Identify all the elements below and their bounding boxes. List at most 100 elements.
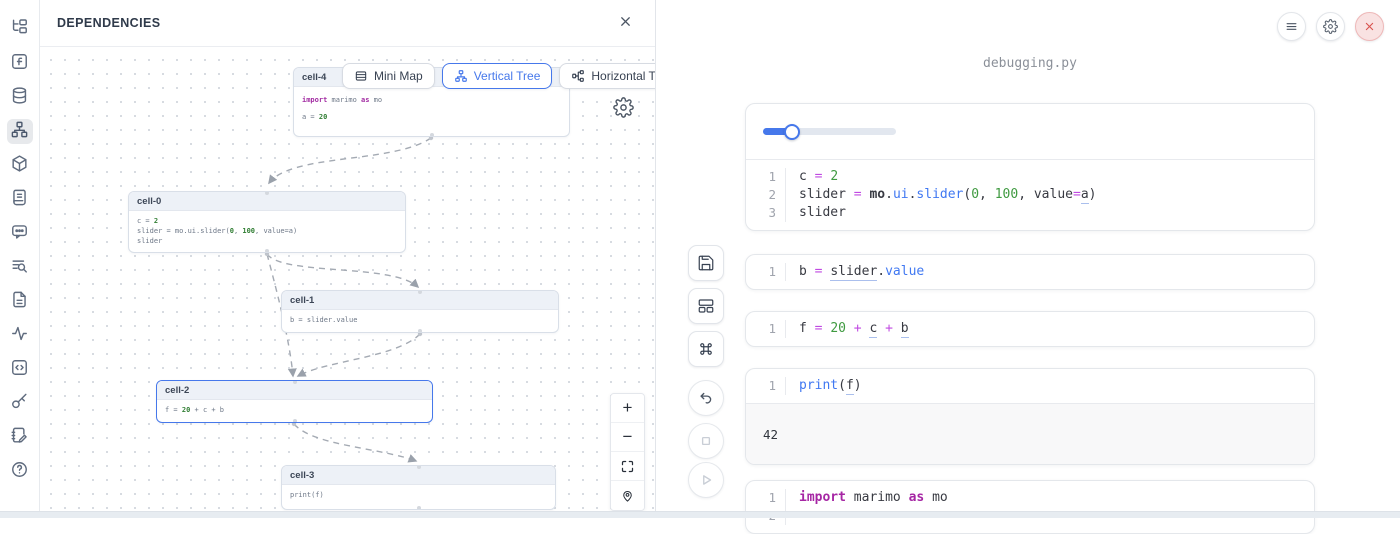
view-button-label: Mini Map <box>374 69 423 83</box>
line-number: 1 <box>746 377 786 395</box>
dependencies-panel-header: DEPENDENCIES <box>40 0 655 47</box>
graph-node-label: cell-1 <box>290 295 314 306</box>
locate-icon <box>620 488 635 503</box>
graph-node-label: cell-4 <box>302 72 326 83</box>
slider-thumb[interactable] <box>784 124 800 140</box>
sidebar-item-scratchpad[interactable] <box>7 425 33 450</box>
sidebar-item-logs[interactable] <box>7 187 33 212</box>
cell-output <box>746 104 1314 160</box>
graph-node-code: c = 2slider = mo.ui.slider(0, 100, value… <box>129 211 405 246</box>
dependency-graph-canvas[interactable]: cell-4import marimo as moa = 20cell-0c =… <box>40 47 655 511</box>
sidebar-item-file-tree[interactable] <box>7 17 33 42</box>
slider-widget[interactable] <box>763 124 896 140</box>
graph-node-cell-2[interactable]: cell-2 f = 20 + c + b <box>156 380 433 423</box>
graph-node-header: cell-3 <box>282 466 555 485</box>
graph-node-code: b = slider.value <box>282 310 558 325</box>
code-line: b = slider.value <box>786 263 924 281</box>
datasources-icon <box>10 86 29 110</box>
notebook-cell-slider-cell[interactable]: 1c = 22slider = mo.ui.slider(0, 100, val… <box>745 103 1315 231</box>
graph-node-cell-3[interactable]: cell-3print(f) <box>281 465 556 510</box>
graph-node-header: cell-1 <box>282 291 558 310</box>
graph-settings-button[interactable] <box>613 97 634 121</box>
close-icon <box>618 14 633 32</box>
notebook-cell-f-cell[interactable]: 1f = 20 + c + b <box>745 311 1315 347</box>
notebook-area: debugging.py 1c = 22slider = mo.ui.slide… <box>657 0 1400 512</box>
sidebar-item-snippets[interactable] <box>7 357 33 382</box>
help-icon <box>10 460 29 484</box>
zoom-out-button[interactable]: − <box>611 423 644 452</box>
app-layout-button[interactable] <box>688 288 724 324</box>
sidebar-item-packages[interactable] <box>7 153 33 178</box>
graph-node-label: cell-2 <box>165 385 189 396</box>
edge-cell-4-to-cell-0 <box>269 138 431 183</box>
edge-cell-1-to-cell-2 <box>298 334 420 376</box>
sidebar-item-outline-search[interactable] <box>7 255 33 280</box>
close-icon <box>1362 19 1377 34</box>
sidebar-item-variables[interactable] <box>7 51 33 76</box>
sidebar-item-chat[interactable] <box>7 221 33 246</box>
fit-view-button[interactable] <box>611 452 644 481</box>
secrets-icon <box>10 392 29 416</box>
save-icon <box>697 254 715 272</box>
notebook-cell-print-cell[interactable]: 1print(f)42 <box>745 368 1315 465</box>
logs-icon <box>10 188 29 212</box>
variables-icon <box>10 52 29 76</box>
cell-code-editor[interactable]: 1c = 22slider = mo.ui.slider(0, 100, val… <box>746 160 1314 230</box>
horizontal-tree-icon <box>571 69 585 83</box>
sidebar-item-secrets[interactable] <box>7 391 33 416</box>
line-number: 1 <box>746 320 786 338</box>
helper-panel-sidebar <box>0 0 40 512</box>
run-icon <box>697 471 715 489</box>
edge-cell-0-to-cell-1 <box>267 254 418 287</box>
documentation-icon <box>10 290 29 314</box>
sidebar-item-tracing[interactable] <box>7 323 33 348</box>
view-button-label: Vertical Tree <box>474 69 541 83</box>
notebook-cell-b-cell[interactable]: 1b = slider.value <box>745 254 1315 290</box>
cell-code-editor[interactable]: 1import marimo as mo2 <box>746 481 1314 533</box>
dependencies-icon <box>10 120 29 144</box>
locate-button[interactable] <box>611 481 644 510</box>
menu-button[interactable] <box>1277 12 1306 41</box>
zoom-in-button[interactable]: + <box>611 394 644 423</box>
sidebar-item-datasources[interactable] <box>7 85 33 110</box>
sidebar-item-documentation[interactable] <box>7 289 33 314</box>
settings-button[interactable] <box>1316 12 1345 41</box>
keyboard-shortcuts-button[interactable] <box>688 331 724 367</box>
sidebar-item-dependencies[interactable] <box>7 119 33 144</box>
line-number: 1 <box>746 489 786 507</box>
stop-button[interactable] <box>688 423 724 459</box>
tracing-icon <box>10 324 29 348</box>
code-line: c = 2 <box>786 168 838 186</box>
file-tree-icon <box>10 18 29 42</box>
graph-node-cell-0[interactable]: cell-0 c = 2slider = mo.ui.slider(0, 100,… <box>128 191 406 253</box>
cell-code-editor[interactable]: 1print(f) <box>746 369 1314 403</box>
dependencies-panel: DEPENDENCIES cell-4import marimo as moa … <box>40 0 656 512</box>
panel-title: DEPENDENCIES <box>57 16 160 30</box>
line-number: 2 <box>746 186 786 204</box>
undo-button[interactable] <box>688 380 724 416</box>
code-line: slider <box>786 204 846 222</box>
sidebar-item-help[interactable] <box>7 459 33 484</box>
close-panel-button[interactable] <box>616 12 635 34</box>
cell-code-editor[interactable]: 1f = 20 + c + b <box>746 312 1314 346</box>
notebook-cell-import-cell[interactable]: 1import marimo as mo2 <box>745 480 1315 534</box>
zoom-controls: +− <box>610 393 645 511</box>
shutdown-button[interactable] <box>1355 12 1384 41</box>
stop-icon <box>697 432 715 450</box>
graph-node-label: cell-3 <box>290 470 314 481</box>
code-line: f = 20 + c + b <box>786 320 909 338</box>
save-button[interactable] <box>688 245 724 281</box>
snippets-icon <box>10 358 29 382</box>
graph-node-label: cell-0 <box>137 196 161 207</box>
view-button-label: Horizontal Tree <box>591 69 655 83</box>
graph-node-cell-1[interactable]: cell-1 b = slider.value <box>281 290 559 333</box>
graph-node-code: f = 20 + c + b <box>157 400 432 415</box>
graph-node-header: cell-2 <box>157 381 432 400</box>
run-button[interactable] <box>688 462 724 498</box>
view-button-minimap[interactable]: Mini Map <box>342 63 435 89</box>
view-button-horizontal-tree[interactable]: Horizontal Tree <box>559 63 655 89</box>
view-button-vertical-tree[interactable]: Vertical Tree <box>442 63 553 89</box>
settings-icon <box>1323 19 1338 34</box>
cell-code-editor[interactable]: 1b = slider.value <box>746 255 1314 289</box>
code-line: print(f) <box>786 377 862 395</box>
